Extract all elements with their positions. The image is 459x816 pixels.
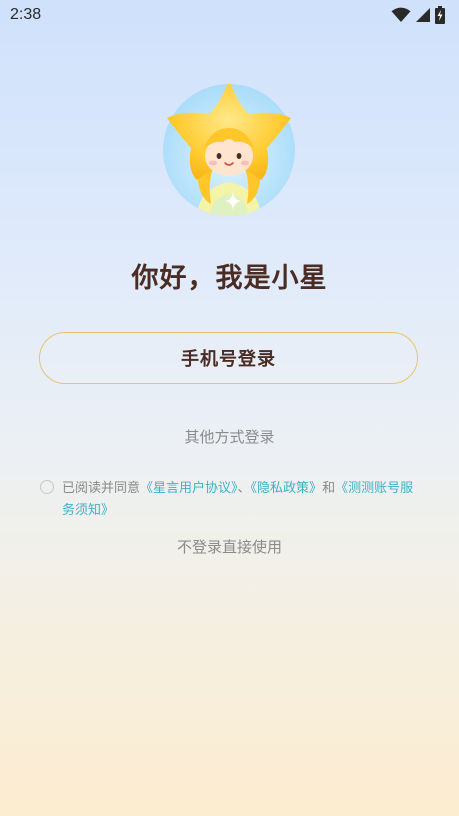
- other-login-link[interactable]: 其他方式登录: [0, 426, 459, 447]
- user-agreement-link[interactable]: 《星言用户协议》: [140, 481, 238, 496]
- status-icons: [391, 6, 445, 28]
- star-mascot-avatar: [163, 80, 295, 216]
- agreement-separator: 、: [237, 481, 251, 496]
- agreement-text: 已阅读并同意《星言用户协议》、《隐私政策》和《测测账号服务须知》: [62, 478, 418, 522]
- skip-login-link[interactable]: 不登录直接使用: [0, 536, 459, 557]
- privacy-policy-link[interactable]: 《隐私政策》: [251, 481, 323, 496]
- agreement-conjunction: 和: [322, 481, 336, 496]
- signal-icon: [415, 7, 431, 27]
- agreement-prefix: 已阅读并同意: [62, 481, 141, 496]
- status-bar: 2:38: [0, 0, 459, 32]
- status-time: 2:38: [10, 6, 42, 23]
- wifi-icon: [391, 7, 411, 27]
- agree-checkbox[interactable]: [40, 480, 54, 494]
- phone-login-button[interactable]: 手机号登录: [39, 332, 418, 384]
- battery-charging-icon: [435, 6, 445, 28]
- greeting-title: 你好，我是小星: [131, 263, 328, 294]
